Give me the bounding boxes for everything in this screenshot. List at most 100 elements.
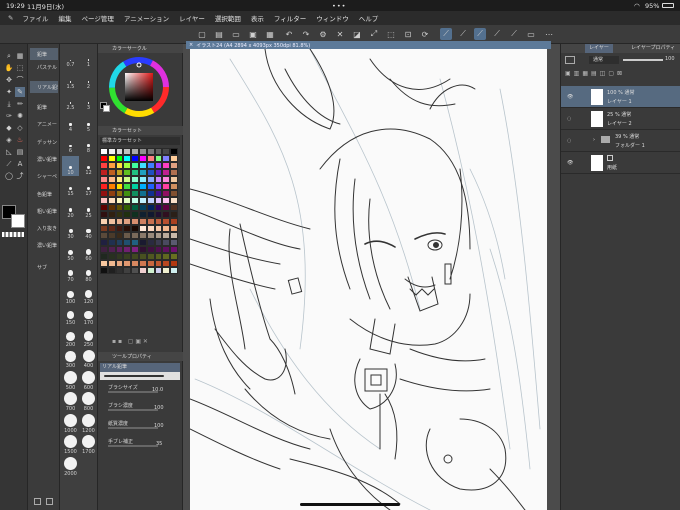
color-swatch[interactable] [131,260,139,267]
color-swatch[interactable] [139,218,147,225]
tool-property-brush[interactable]: リアル鉛筆 [100,363,180,372]
brush-size-option[interactable]: 70 [62,263,79,283]
drawing-canvas[interactable] [190,49,547,510]
color-swatch[interactable] [139,211,147,218]
color-swatch[interactable] [139,169,147,176]
color-swatch[interactable] [131,253,139,260]
color-swatch[interactable] [162,260,171,267]
paper-density-slider[interactable] [108,427,158,429]
zoom-icon[interactable]: ⌕ [4,51,14,61]
visibility-icon[interactable]: ◌ [567,116,571,122]
color-swatch[interactable] [123,246,132,253]
color-swatch[interactable] [154,204,163,211]
brush-size-option[interactable]: 1200 [80,413,97,434]
color-swatch[interactable] [115,197,124,204]
multitask-icon[interactable]: ••• [332,2,347,10]
color-swatch[interactable] [154,183,163,190]
color-swatch[interactable] [115,169,124,176]
density-value[interactable]: 100 [154,405,164,411]
menu-animation[interactable]: アニメーション [119,13,174,23]
color-swatch[interactable] [123,260,132,267]
layer-mode-icon[interactable] [565,56,575,64]
subtool-sharp[interactable]: シャーペ [30,170,58,182]
brush-size-option[interactable]: 200 [62,328,79,348]
subtool-nyuunuki[interactable]: 入り抜き [30,222,58,234]
color-swatch[interactable] [100,204,108,211]
color-swatch[interactable] [162,239,171,246]
color-swatch[interactable] [146,267,155,274]
color-swatch[interactable] [107,225,116,232]
brush-size-slider[interactable] [108,391,158,393]
document-tab[interactable]: × イラスト24 (A4 2894 x 4093px 350dpi 81.8%) [186,41,551,49]
color-swatch[interactable] [170,225,178,232]
color-swatch[interactable] [154,162,163,169]
brush-size-option[interactable]: 30 [62,220,79,240]
color-swatch[interactable] [115,218,124,225]
color-swatch[interactable] [146,148,155,155]
brush-icon[interactable]: ✑ [4,111,14,121]
color-swatch[interactable] [154,169,163,176]
color-swatch[interactable] [162,155,171,162]
color-swatch[interactable] [107,246,116,253]
color-swatch[interactable] [115,162,124,169]
fill-icon[interactable]: ◪ [351,28,363,40]
sub-color-swatch[interactable] [11,214,25,228]
brush-size-option[interactable]: 2000 [62,456,79,477]
correction-slider[interactable] [108,445,158,447]
brush-size-option[interactable]: 80 [80,263,97,283]
color-swatch[interactable] [162,246,171,253]
color-swatch[interactable] [170,183,178,190]
color-swatch[interactable] [162,211,171,218]
pencil-icon[interactable]: ✏ [15,99,25,109]
color-swatch[interactable] [162,253,171,260]
brush-size-option[interactable]: 2.5 [62,91,79,111]
color-swatch[interactable] [154,211,163,218]
color-swatch[interactable] [115,260,124,267]
subtool-sub[interactable]: サブ [30,261,58,273]
frame-icon[interactable]: ▤ [15,147,25,157]
color-swatch[interactable] [139,239,147,246]
color-swatch[interactable] [162,183,171,190]
color-swatch[interactable] [131,155,139,162]
color-swatch[interactable] [115,253,124,260]
eraser-icon[interactable]: ◆ [4,123,14,133]
visibility-icon[interactable]: ◌ [567,138,571,144]
color-swatch[interactable] [131,183,139,190]
menu-layer[interactable]: レイヤー [174,13,210,23]
brush-size-option[interactable]: 600 [80,370,97,391]
move-layer-icon[interactable]: ▦ [15,51,25,61]
color-swatch[interactable] [131,169,139,176]
view-icon[interactable]: ▭ [525,28,537,40]
color-swatch[interactable] [139,232,147,239]
snap-icon[interactable]: ⟋ [457,28,469,40]
select-icon[interactable]: ⬚ [15,63,25,73]
color-swatch[interactable] [123,218,132,225]
brush-size-option[interactable]: 5 [80,113,97,133]
color-swatch[interactable] [131,204,139,211]
color-swatch[interactable] [170,169,178,176]
color-swatch[interactable] [154,232,163,239]
grid-icon[interactable]: ⟋ [491,28,503,40]
color-swatch[interactable] [162,218,171,225]
subtool-pencil2[interactable]: 鉛筆 [30,101,58,113]
brush-size-option[interactable]: 4 [62,113,79,133]
clear-icon[interactable]: ✕ [334,28,346,40]
color-swatch[interactable] [100,148,108,155]
color-swatch[interactable] [154,267,163,274]
color-swatch[interactable] [139,260,147,267]
color-swatch[interactable] [154,148,163,155]
color-swatch[interactable] [146,169,155,176]
color-swatch[interactable] [100,162,108,169]
brush-size-option[interactable]: 250 [80,328,97,348]
color-swatch[interactable] [100,169,108,176]
color-swatch[interactable] [123,204,132,211]
brush-size-option[interactable]: 10 [62,155,79,176]
color-swatch[interactable] [146,246,155,253]
color-swatch[interactable] [139,197,147,204]
save-icon[interactable]: ▣ [247,28,259,40]
opacity-value[interactable]: 100 [665,56,675,62]
color-swatch[interactable] [100,183,108,190]
transparent-color-icon[interactable] [2,232,24,237]
color-swatch[interactable] [100,211,108,218]
color-swatch[interactable] [123,183,132,190]
